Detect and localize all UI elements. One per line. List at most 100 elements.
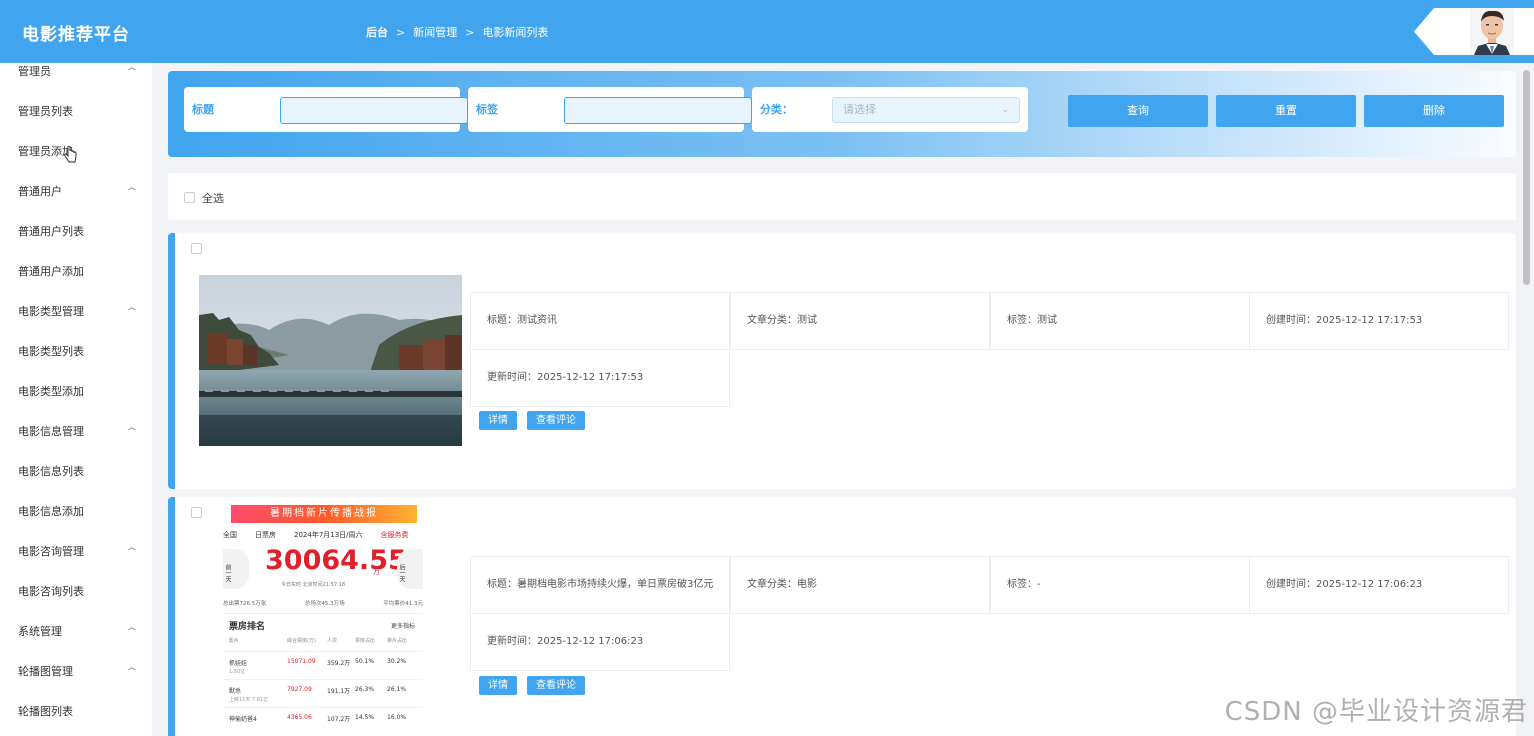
thumb-cell-share: 26.3% xyxy=(355,686,375,693)
select-all-checkbox[interactable] xyxy=(184,192,195,203)
user-avatar[interactable] xyxy=(1414,8,1534,55)
sidebar-item-label: 电影类型列表 xyxy=(18,345,84,358)
thumb-table-header: 影片 综合票房(万) 人次 票房占比 排片占比 xyxy=(223,637,423,651)
thumb-table-col: 票房占比 xyxy=(355,638,376,644)
chevron-up-icon: ^ xyxy=(126,67,138,77)
breadcrumb: 后台 > 新闻管理 > 电影新闻列表 xyxy=(366,24,548,40)
thumb-cell-name: 神偷奶爸4 xyxy=(229,716,257,723)
card-checkbox[interactable] xyxy=(191,243,202,254)
thumb-avg: 平均票价41.3元 xyxy=(383,601,423,607)
news-category: 文章分类：电影 xyxy=(730,556,990,614)
news-thumbnail-image[interactable]: 暑期档新片传播战报 全国 日票房 2024年7月13日/周六 含服务费 前一天 … xyxy=(223,503,423,736)
thumb-table-row: 神偷奶爸4 4365.06 107.2万 14.5% 16.0% xyxy=(223,707,423,735)
sidebar-item-label: 电影信息列表 xyxy=(18,465,84,478)
category-select[interactable]: 请选择 ⌄ xyxy=(832,97,1020,123)
sidebar-item[interactable]: 轮播图管理 ^ xyxy=(18,662,138,682)
thumb-rank-title: 票房排名 xyxy=(229,622,266,632)
sidebar-item-label: 普通用户列表 xyxy=(18,225,84,238)
delete-button[interactable]: 删除 xyxy=(1364,95,1504,127)
thumb-filter: 日票房 xyxy=(255,531,276,539)
thumb-cell-name: 抓娃娃 xyxy=(229,660,248,667)
thumb-cell-people: 107.2万 xyxy=(327,716,351,723)
chevron-up-icon: ^ xyxy=(126,627,138,637)
sidebar-item[interactable]: 电影类型列表 xyxy=(18,342,136,362)
sidebar-item[interactable]: 系统管理 ^ xyxy=(18,622,138,642)
sidebar-item-label: 普通用户添加 xyxy=(18,265,84,278)
news-updated-time: 更新时间：2025-12-12 17:17:53 xyxy=(470,349,730,407)
search-panel: 标题 标签 分类： 请选择 ⌄ 查询 重置 删除 xyxy=(168,71,1516,157)
chevron-up-icon: ^ xyxy=(126,427,138,437)
news-category: 文章分类：测试 xyxy=(730,292,990,350)
news-tag: 标签：- xyxy=(990,556,1250,614)
breadcrumb-item-current: 电影新闻列表 xyxy=(482,26,549,39)
watermark: CSDN @毕业设计资源君 xyxy=(1224,697,1528,727)
sidebar-item[interactable]: 电影咨询管理 ^ xyxy=(18,542,138,562)
reset-button[interactable]: 重置 xyxy=(1216,95,1356,127)
detail-button[interactable]: 详情 xyxy=(479,676,517,695)
thumb-cell-sched: 26.1% xyxy=(387,686,407,693)
breadcrumb-item-backend[interactable]: 后台 xyxy=(366,24,388,40)
thumb-cell-name: 默杀 xyxy=(229,688,242,695)
thumb-cell-people: 191.1万 xyxy=(327,688,351,695)
sidebar-item-label: 系统管理 xyxy=(18,625,62,638)
thumb-more: 更多指标 xyxy=(390,623,415,630)
view-comments-button[interactable]: 查看评论 xyxy=(527,676,585,695)
sidebar-item-label: 电影信息添加 xyxy=(18,505,84,518)
mouse-pointer-icon xyxy=(64,146,77,163)
sidebar-item[interactable]: 电影类型管理 ^ xyxy=(18,302,138,322)
select-all-label[interactable]: 全选 xyxy=(202,190,224,206)
query-button[interactable]: 查询 xyxy=(1068,95,1208,127)
sidebar-item[interactable]: 电影咨询列表 xyxy=(18,582,136,602)
thumb-amount: 30064.55 xyxy=(265,545,407,576)
thumb-prev: 前一天 xyxy=(223,549,249,589)
sidebar-item[interactable]: 电影信息列表 xyxy=(18,462,136,482)
thumb-live: 含服务费 xyxy=(380,531,409,539)
thumb-cell-box: 7927.09 xyxy=(287,686,312,693)
title-input[interactable] xyxy=(280,97,468,124)
thumb-stats: 总出票726.5万张 总场次45.3万场 平均票价41.3元 xyxy=(223,599,423,607)
thumb-table-col: 排片占比 xyxy=(387,638,408,644)
category-filter-label: 分类： xyxy=(760,103,793,116)
sidebar-item[interactable]: 轮播图列表 xyxy=(18,702,136,722)
sidebar-item[interactable]: 电影类型添加 xyxy=(18,382,136,402)
news-created-time: 创建时间：2025-12-12 17:17:53 xyxy=(1249,292,1509,350)
sidebar-item-label: 电影咨询管理 xyxy=(18,545,84,558)
sidebar-item[interactable]: 普通用户 ^ xyxy=(18,182,138,202)
sidebar-item[interactable]: 管理员 ^ xyxy=(18,63,138,82)
thumb-cell-box: 15071.09 xyxy=(287,658,316,665)
select-all-bar: 全选 xyxy=(168,173,1516,220)
sidebar-item-label: 电影信息管理 xyxy=(18,425,84,438)
category-placeholder: 请选择 xyxy=(843,103,876,116)
page-scrollbar[interactable] xyxy=(1522,70,1530,736)
thumb-table-row: 默杀 7927.09 191.1万 26.3% 26.1% 上映11天 7.61亿 xyxy=(223,679,423,707)
sidebar-item[interactable]: 电影信息管理 ^ xyxy=(18,422,138,442)
news-thumbnail-image[interactable] xyxy=(199,275,462,446)
thumb-shows: 总场次45.3万场 xyxy=(304,601,345,607)
thumb-cell-people: 359.2万 xyxy=(327,660,351,667)
thumb-total: 总出票726.5万张 xyxy=(223,601,267,607)
card-checkbox[interactable] xyxy=(191,507,202,518)
scrollbar-thumb[interactable] xyxy=(1523,70,1530,285)
thumb-realtime: 今日实时 北京时间21:57:18 xyxy=(281,582,346,588)
breadcrumb-item-news[interactable]: 新闻管理 xyxy=(413,24,457,40)
tag-input[interactable] xyxy=(564,97,752,124)
thumb-divider xyxy=(223,613,423,614)
thumb-cell-share: 50.1% xyxy=(355,658,375,665)
thumb-region: 全国 xyxy=(223,531,237,539)
thumb-next: 后一天 xyxy=(397,549,423,589)
sidebar-item[interactable]: 电影信息添加 xyxy=(18,502,136,522)
sidebar-item[interactable]: 普通用户列表 xyxy=(18,222,136,242)
tag-filter: 标签 xyxy=(468,87,752,132)
thumb-cell-sub: 1.50亿 xyxy=(229,669,246,675)
thumb-banner: 暑期档新片传播战报 xyxy=(231,505,417,523)
title-filter-label: 标题 xyxy=(192,103,214,116)
detail-button[interactable]: 详情 xyxy=(479,411,517,430)
sidebar-item[interactable]: 普通用户添加 xyxy=(18,262,136,282)
view-comments-button[interactable]: 查看评论 xyxy=(527,411,585,430)
thumb-cell-sched: 30.2% xyxy=(387,658,407,665)
news-created-time: 创建时间：2025-12-12 17:06:23 xyxy=(1249,556,1509,614)
thumb-table-col: 影片 xyxy=(229,638,240,644)
thumb-cell-share: 14.5% xyxy=(355,714,375,721)
news-updated-time: 更新时间：2025-12-12 17:06:23 xyxy=(470,613,730,671)
sidebar-item[interactable]: 管理员列表 xyxy=(18,102,136,122)
